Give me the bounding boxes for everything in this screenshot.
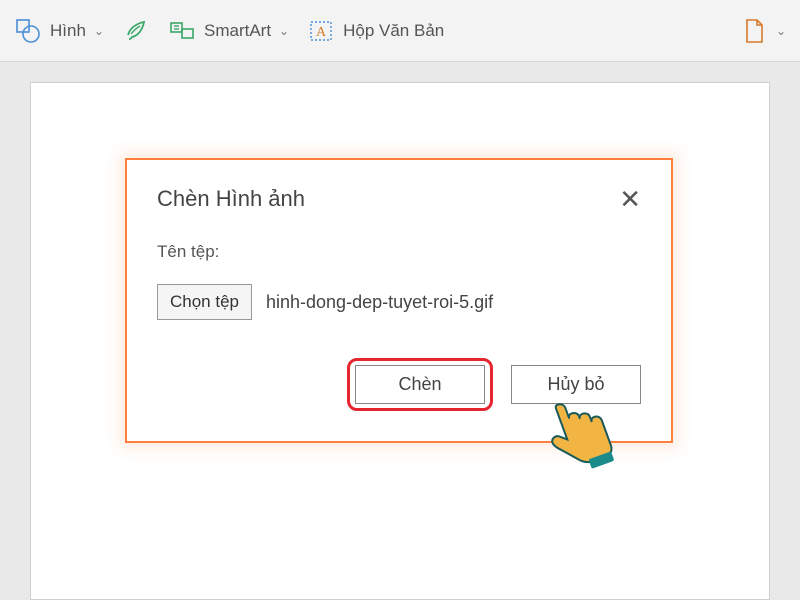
leaf-tool[interactable] <box>122 17 150 45</box>
highlight-annotation: Chèn <box>347 358 493 411</box>
textbox-icon: A <box>307 17 335 45</box>
selected-file-name: hinh-dong-dep-tuyet-roi-5.gif <box>266 292 493 313</box>
page-menu[interactable]: ⌄ <box>740 17 786 45</box>
file-row: Chọn tệp hinh-dong-dep-tuyet-roi-5.gif <box>157 284 641 320</box>
svg-text:A: A <box>316 25 327 40</box>
cancel-button[interactable]: Hủy bỏ <box>511 365 641 404</box>
smartart-label: SmartArt <box>204 21 271 41</box>
textbox-button[interactable]: A Hộp Văn Bản <box>307 17 444 45</box>
insert-image-dialog: Chèn Hình ảnh ✕ Tên tệp: Chọn tệp hinh-d… <box>125 158 673 443</box>
shapes-menu[interactable]: Hình ⌄ <box>14 17 104 45</box>
insert-button[interactable]: Chèn <box>355 365 485 404</box>
dialog-title: Chèn Hình ảnh <box>157 186 305 212</box>
ribbon-toolbar: Hình ⌄ SmartArt ⌄ A Hộp Văn Bản ⌄ <box>0 0 800 62</box>
choose-file-button[interactable]: Chọn tệp <box>157 284 252 320</box>
smartart-icon <box>168 17 196 45</box>
textbox-label: Hộp Văn Bản <box>343 21 444 41</box>
chevron-down-icon: ⌄ <box>94 24 104 38</box>
chevron-down-icon: ⌄ <box>776 24 786 38</box>
close-icon[interactable]: ✕ <box>619 186 641 212</box>
dialog-header: Chèn Hình ảnh ✕ <box>157 186 641 212</box>
shapes-label: Hình <box>50 21 86 41</box>
dialog-buttons: Chèn Hủy bỏ <box>157 358 641 411</box>
file-field-label: Tên tệp: <box>157 242 641 262</box>
smartart-menu[interactable]: SmartArt ⌄ <box>168 17 289 45</box>
chevron-down-icon: ⌄ <box>279 24 289 38</box>
leaf-icon <box>122 17 150 45</box>
shapes-icon <box>14 17 42 45</box>
page-icon <box>740 17 768 45</box>
